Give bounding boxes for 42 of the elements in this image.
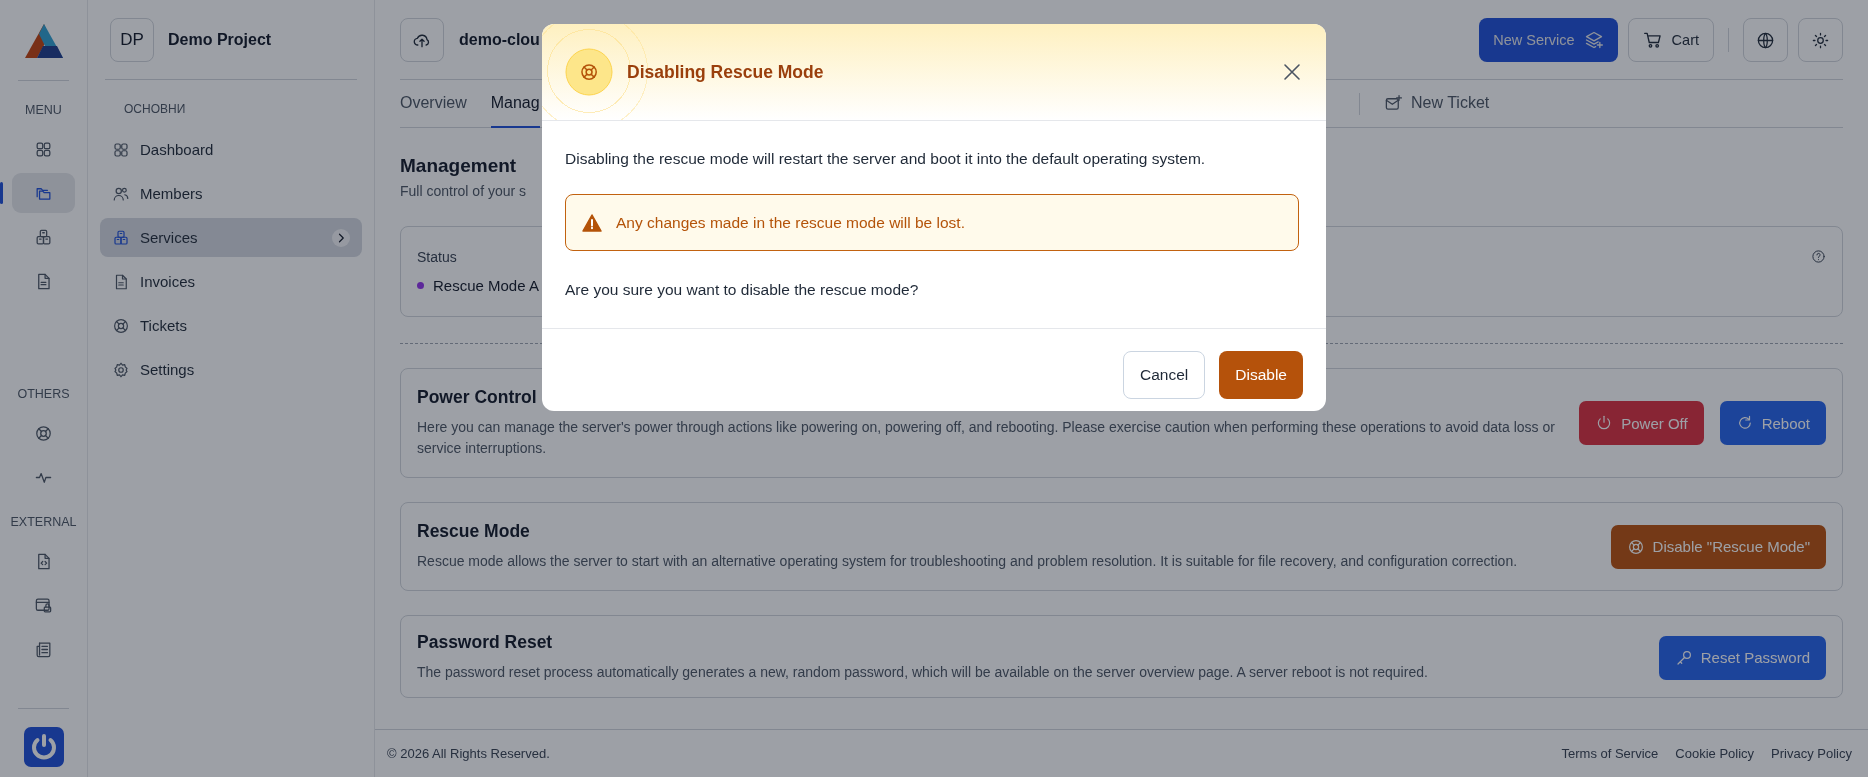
- nav-item[interactable]: Services: [100, 218, 362, 257]
- nav-item[interactable]: Members: [100, 174, 362, 213]
- section-description: Here you can manage the server's power through actions like powering on, powering off, and rebooting. Please exercise caution when performing these operations to avoid data loss or service interruptions.: [417, 418, 1556, 458]
- cart-button[interactable]: Cart: [1627, 18, 1714, 62]
- action-button[interactable]: Disable "Rescue Mode": [1610, 524, 1826, 569]
- cancel-button[interactable]: Cancel: [1123, 351, 1206, 399]
- section-description: The password reset process automatically generates a new, random password, which will be available on the server overview page. A server reboot is not required.: [417, 663, 1429, 682]
- nav-item[interactable]: Invoices: [100, 262, 362, 301]
- new-ticket-tab[interactable]: New Ticket: [1384, 80, 1490, 128]
- action-button[interactable]: Reboot: [1719, 401, 1826, 445]
- project-avatar: DP: [110, 18, 154, 62]
- server-name: demo-clou: [459, 31, 540, 49]
- section-title: Password Reset: [417, 632, 554, 653]
- page-subtitle: Full control of your s: [400, 183, 527, 199]
- nav-item[interactable]: Dashboard: [100, 130, 362, 169]
- tab[interactable]: Overview: [400, 80, 467, 128]
- footer-link[interactable]: Terms of Service: [1561, 746, 1659, 761]
- status-label: Status: [417, 249, 458, 265]
- rail-heading: OTHERS: [17, 387, 70, 401]
- nav-item[interactable]: Settings: [100, 350, 362, 389]
- section-description: Rescue mode allows the server to start with an alternative operating system for troubleshooting and problem resolution. It is suitable for file recovery, and configuration correction.: [417, 552, 1519, 571]
- dialog-title: Disabling Rescue Mode: [627, 61, 824, 83]
- status-value: Rescue Mode A: [433, 277, 539, 294]
- section-title: Rescue Mode: [417, 521, 531, 542]
- new-service-button[interactable]: New Service: [1479, 18, 1618, 62]
- warning-text: Any changes made in the rescue mode will be lost.: [616, 213, 965, 232]
- nav-item[interactable]: Tickets: [100, 306, 362, 345]
- action-button[interactable]: Power Off: [1579, 401, 1704, 445]
- copyright: © 2026 All Rights Reserved.: [387, 746, 550, 761]
- action-button[interactable]: Reset Password: [1658, 635, 1826, 680]
- tab[interactable]: Manag: [490, 80, 540, 128]
- rail-heading: EXTERNAL: [10, 515, 77, 529]
- dialog-message: Disabling the rescue mode will restart the server and boot it into the default operating system.: [565, 150, 1207, 168]
- project-name[interactable]: Demo Project: [168, 31, 272, 49]
- footer-link[interactable]: Cookie Policy: [1675, 746, 1755, 761]
- disable-button[interactable]: Disable: [1219, 351, 1303, 399]
- section-title: Power Control: [417, 387, 538, 408]
- footer-link[interactable]: Privacy Policy: [1771, 746, 1852, 761]
- dialog-question: Are you sure you want to disable the rescue mode?: [565, 281, 920, 299]
- nav-heading: ОСНОВНИ: [123, 101, 187, 118]
- rail-heading: MENU: [25, 103, 62, 117]
- page-title: Management: [400, 155, 517, 177]
